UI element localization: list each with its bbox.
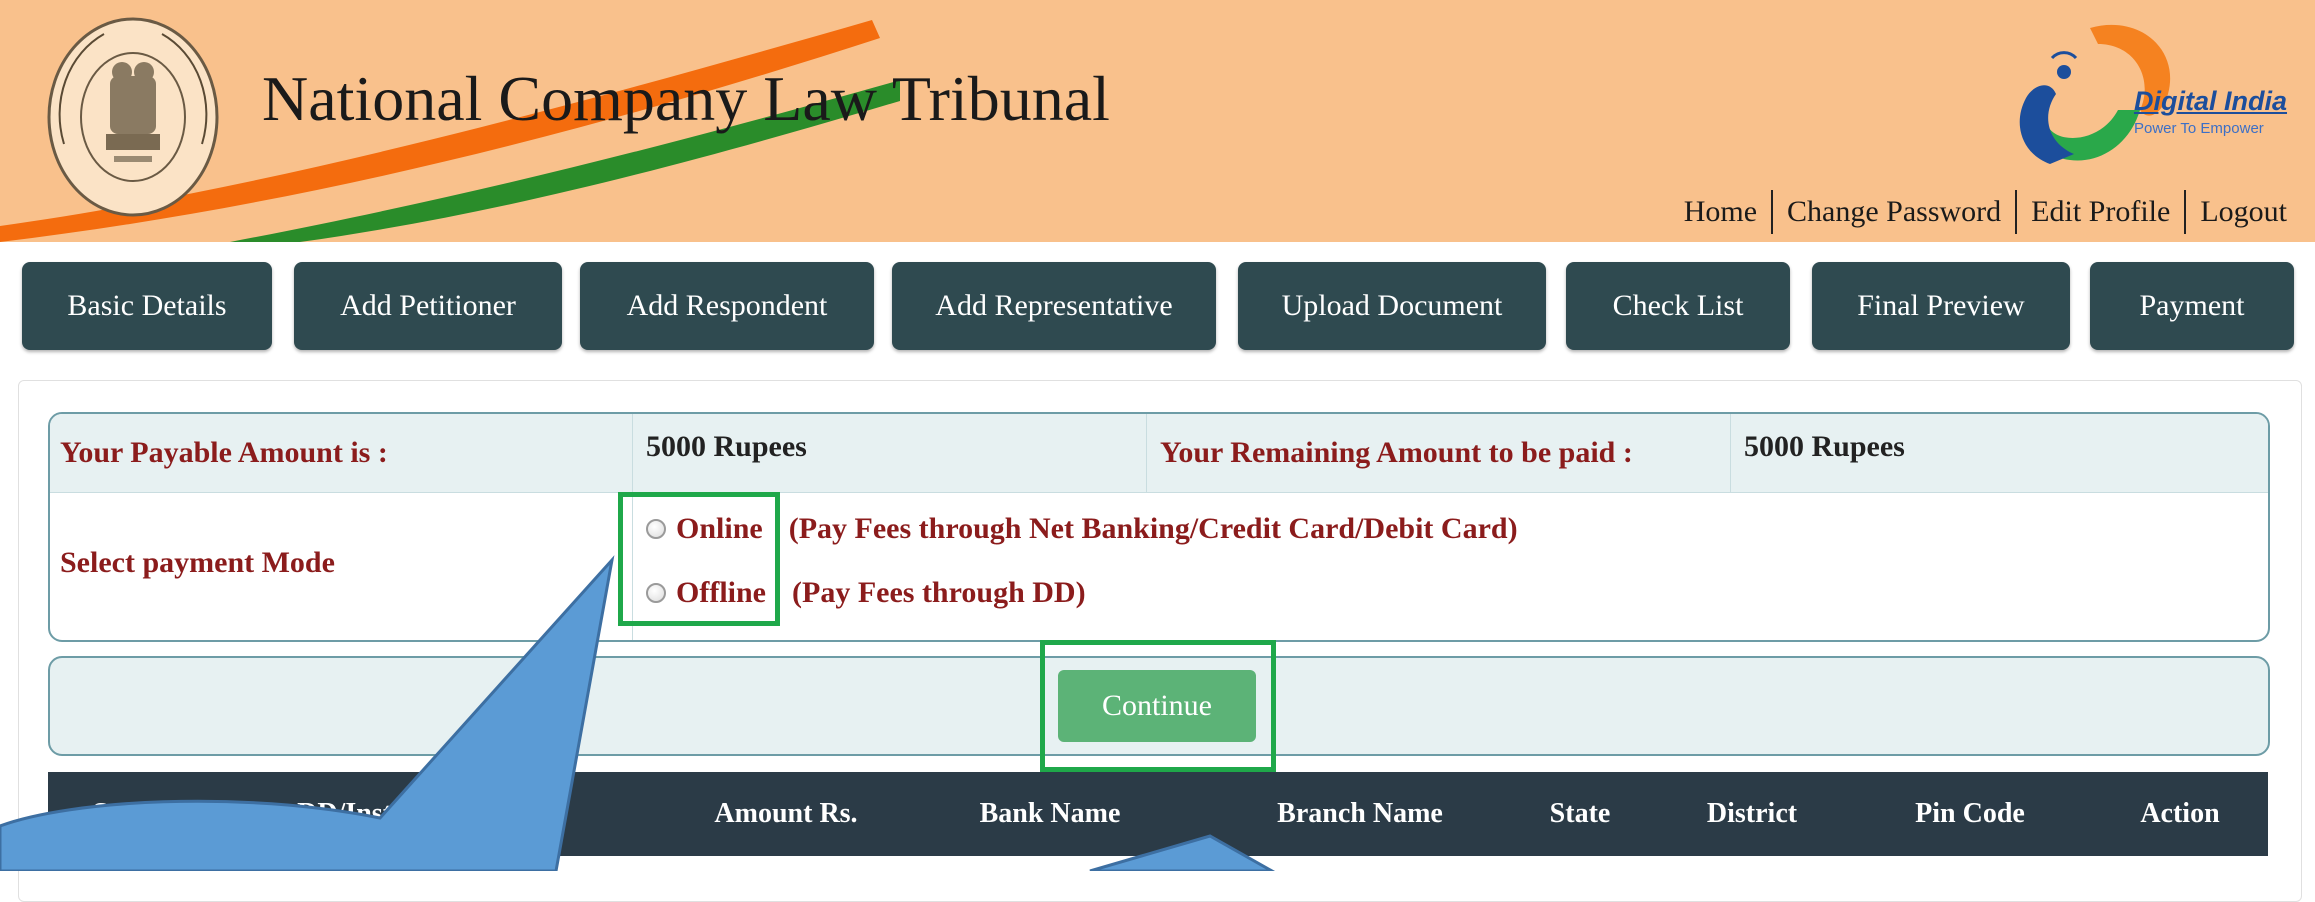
callout-bubble-left <box>0 555 615 871</box>
callout-bubble-right <box>1089 834 1276 871</box>
callout-overlay <box>0 555 1276 871</box>
